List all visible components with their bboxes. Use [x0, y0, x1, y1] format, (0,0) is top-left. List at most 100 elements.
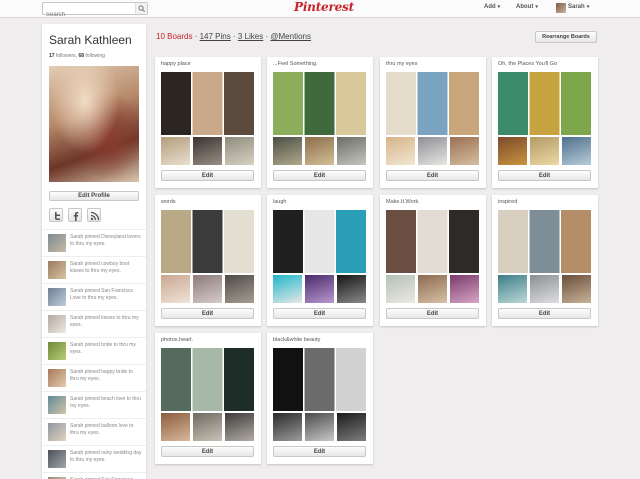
board-thumbnail[interactable] [273, 413, 302, 441]
activity-thumbnail[interactable] [48, 234, 66, 252]
edit-board-button[interactable]: Edit [273, 446, 366, 457]
search-icon[interactable] [135, 3, 147, 14]
board-thumbnail[interactable] [337, 413, 366, 441]
board-thumbnail[interactable] [161, 275, 190, 303]
activity-item[interactable]: Sarah pinned San Francisco Love to thru … [42, 283, 146, 310]
board-thumbnail[interactable] [450, 137, 479, 165]
board-thumbnail[interactable] [305, 413, 334, 441]
board-thumbnail[interactable] [161, 413, 190, 441]
board-cover-image[interactable] [386, 210, 479, 273]
board-cover-image[interactable] [161, 72, 254, 135]
board-thumbnail[interactable] [562, 137, 591, 165]
board-thumbnail[interactable] [418, 275, 447, 303]
twitter-button[interactable] [49, 208, 63, 222]
board-title[interactable]: ...Feel Something. [273, 61, 318, 67]
board-cover-image[interactable] [273, 348, 366, 411]
board-cover-image[interactable] [498, 210, 591, 273]
edit-board-button[interactable]: Edit [161, 170, 254, 181]
activity-thumbnail[interactable] [48, 369, 66, 387]
board-thumbnail[interactable] [273, 137, 302, 165]
board-thumbnail[interactable] [225, 413, 254, 441]
board-card[interactable]: Oh, the Places You'll Go Edit [492, 57, 598, 188]
activity-thumbnail[interactable] [48, 396, 66, 414]
rearrange-boards-button[interactable]: Rearrange Boards [535, 31, 597, 43]
board-thumbnail[interactable] [273, 275, 302, 303]
board-card[interactable]: happy place Edit [155, 57, 261, 188]
followers-count[interactable]: 17 [49, 53, 55, 59]
activity-item[interactable]: Sarah pinned San Francisco City H... to … [42, 472, 146, 479]
board-thumbnail[interactable] [498, 275, 527, 303]
board-thumbnail[interactable] [193, 137, 222, 165]
edit-board-button[interactable]: Edit [273, 308, 366, 319]
board-thumbnail[interactable] [225, 275, 254, 303]
activity-item[interactable]: Sarah pinned bride to thru my eyes. [42, 337, 146, 364]
following-count[interactable]: 68 [78, 53, 84, 59]
board-thumbnail[interactable] [305, 137, 334, 165]
board-thumbnail[interactable] [386, 275, 415, 303]
followers-label[interactable]: followers, [56, 53, 77, 59]
board-thumbnail[interactable] [193, 413, 222, 441]
board-title[interactable]: Make.It.Work. [386, 199, 420, 205]
edit-board-button[interactable]: Edit [273, 170, 366, 181]
about-menu[interactable]: About ▾ [516, 4, 538, 10]
activity-thumbnail[interactable] [48, 315, 66, 333]
board-card[interactable]: laugh Edit [267, 195, 373, 326]
board-card[interactable]: inspired Edit [492, 195, 598, 326]
board-cover-image[interactable] [273, 72, 366, 135]
board-cover-image[interactable] [161, 210, 254, 273]
edit-board-button[interactable]: Edit [498, 308, 591, 319]
edit-board-button[interactable]: Edit [498, 170, 591, 181]
board-cover-image[interactable] [386, 72, 479, 135]
edit-board-button[interactable]: Edit [386, 308, 479, 319]
activity-item[interactable]: Sarah pinned balloon love to thru my eye… [42, 418, 146, 445]
board-thumbnail[interactable] [562, 275, 591, 303]
activity-item[interactable]: Sarah pinned happy bride to thru my eyes… [42, 364, 146, 391]
board-thumbnail[interactable] [450, 275, 479, 303]
activity-thumbnail[interactable] [48, 342, 66, 360]
following-label[interactable]: following [85, 53, 104, 59]
board-thumbnail[interactable] [337, 137, 366, 165]
board-thumbnail[interactable] [225, 137, 254, 165]
board-card[interactable]: Make.It.Work. Edit [380, 195, 486, 326]
add-menu[interactable]: Add ▾ [484, 4, 500, 10]
activity-thumbnail[interactable] [48, 450, 66, 468]
facebook-button[interactable] [68, 208, 82, 222]
board-title[interactable]: black&white beauty [273, 337, 320, 343]
board-title[interactable]: happy place [161, 61, 191, 67]
board-card[interactable]: black&white beauty Edit [267, 333, 373, 464]
activity-item[interactable]: Sarah pinned kisses to thru my eyes. [42, 310, 146, 337]
tab-likes[interactable]: 3 Likes [238, 32, 263, 41]
board-title[interactable]: Oh, the Places You'll Go [498, 61, 557, 67]
board-thumbnail[interactable] [498, 137, 527, 165]
tab-boards[interactable]: 10 Boards [156, 32, 192, 41]
pinterest-logo[interactable]: Pinterest [294, 0, 354, 16]
board-cover-image[interactable] [161, 348, 254, 411]
edit-board-button[interactable]: Edit [386, 170, 479, 181]
board-thumbnail[interactable] [193, 275, 222, 303]
edit-board-button[interactable]: Edit [161, 308, 254, 319]
edit-board-button[interactable]: Edit [161, 446, 254, 457]
board-card[interactable]: photos.heart. Edit [155, 333, 261, 464]
board-cover-image[interactable] [498, 72, 591, 135]
activity-item[interactable]: Sarah pinned Disneyland lovers to thru m… [42, 229, 146, 256]
tab-pins[interactable]: 147 Pins [200, 32, 231, 41]
activity-thumbnail[interactable] [48, 288, 66, 306]
activity-thumbnail[interactable] [48, 261, 66, 279]
user-avatar[interactable] [556, 3, 566, 13]
activity-item[interactable]: Sarah pinned cowboy boot kisses to thru … [42, 256, 146, 283]
board-title[interactable]: thru my eyes [386, 61, 417, 67]
search-input[interactable] [43, 9, 133, 21]
board-title[interactable]: words [161, 199, 176, 205]
board-thumbnail[interactable] [530, 275, 559, 303]
board-card[interactable]: thru my eyes Edit [380, 57, 486, 188]
board-card[interactable]: ...Feel Something. Edit [267, 57, 373, 188]
board-thumbnail[interactable] [161, 137, 190, 165]
board-thumbnail[interactable] [386, 137, 415, 165]
board-title[interactable]: photos.heart. [161, 337, 193, 343]
activity-thumbnail[interactable] [48, 423, 66, 441]
tab-mentions[interactable]: @Mentions [270, 32, 311, 41]
board-thumbnail[interactable] [418, 137, 447, 165]
edit-profile-button[interactable]: Edit Profile [49, 191, 139, 201]
board-thumbnail[interactable] [305, 275, 334, 303]
activity-item[interactable]: Sarah pinned beach love to thru my eyes. [42, 391, 146, 418]
